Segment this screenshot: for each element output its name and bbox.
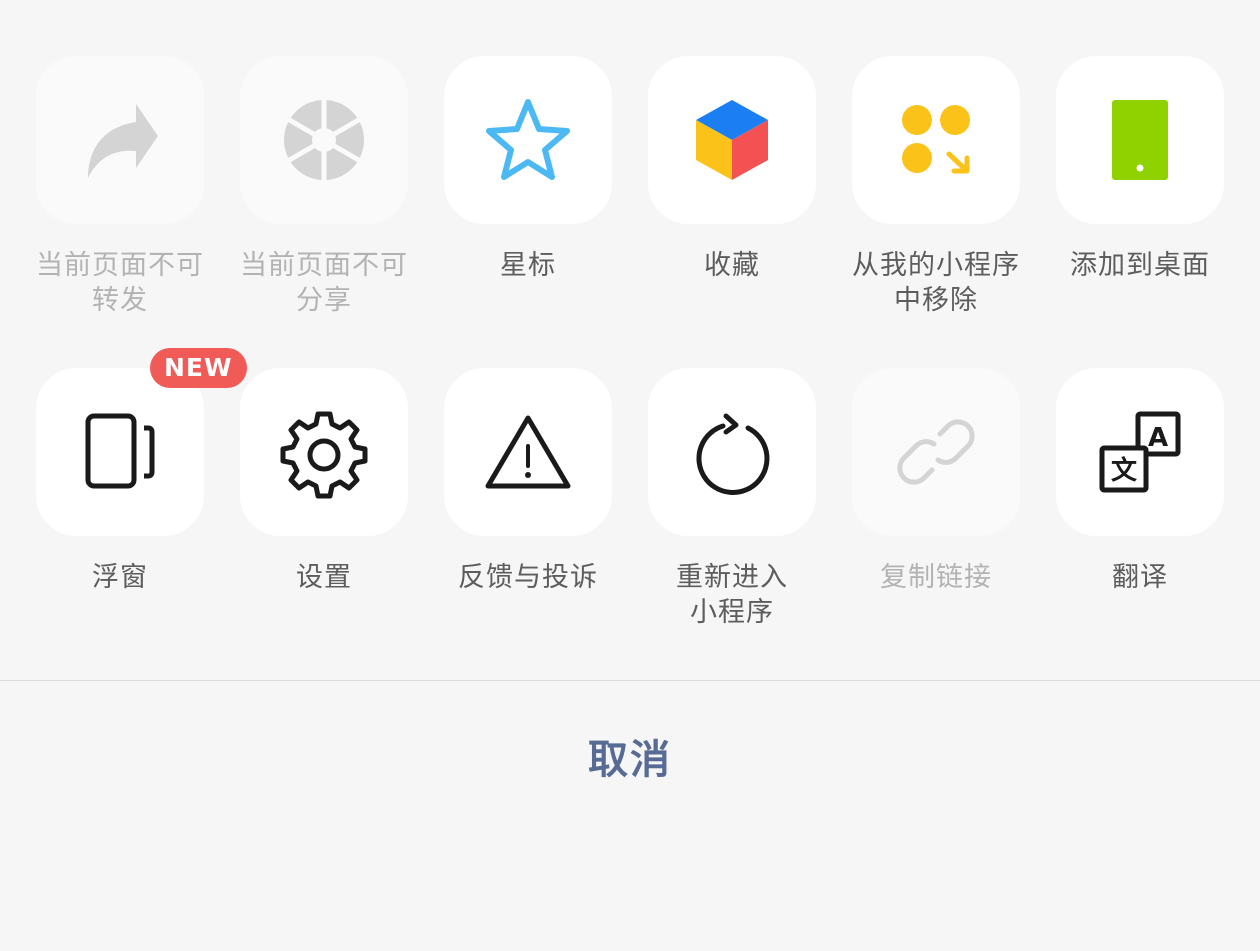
menu-item-star[interactable]: 星标: [426, 56, 630, 283]
menu-item-settings[interactable]: 设置: [222, 368, 426, 595]
favorites-cube-icon: [696, 100, 768, 180]
action-sheet: 当前页面不可 转发 当前页面不可 分享 星标 收藏 从我的小程序 中移除 添加到…: [0, 0, 1260, 951]
menu-item-feedback[interactable]: 反馈与投诉: [426, 368, 630, 595]
reload-icon: [696, 413, 770, 495]
translate-icon: A 文: [1099, 411, 1181, 493]
favorite-tile: [648, 56, 816, 224]
menu-item-reenter[interactable]: 重新进入 小程序: [630, 368, 834, 630]
reenter-tile: [648, 368, 816, 536]
gear-icon: [280, 411, 368, 499]
add-to-desktop-tile: [1056, 56, 1224, 224]
menu-item-copy-link[interactable]: 复制链接: [834, 368, 1038, 595]
settings-tile: [240, 368, 408, 536]
add-to-desktop-icon: [1112, 100, 1168, 180]
feedback-tile: [444, 368, 612, 536]
menu-label-translate: 翻译: [1112, 562, 1168, 593]
remove-miniprogram-icon: [902, 105, 970, 174]
menu-row-2: NEW 浮窗 设置 反馈与投诉 重新进入 小程序 复制链接 A 文 翻译: [0, 348, 1260, 658]
menu-item-add-to-desktop[interactable]: 添加到桌面: [1038, 56, 1242, 283]
link-icon: [897, 419, 975, 485]
menu-label-reenter: 重新进入 小程序: [676, 562, 788, 628]
menu-label-favorite: 收藏: [704, 250, 760, 281]
share-moments-tile: [240, 56, 408, 224]
moments-aperture-icon: [284, 96, 364, 184]
menu-label-share-moments: 当前页面不可 分享: [240, 250, 408, 316]
floating-window-icon: [85, 413, 155, 489]
remove-miniprogram-tile: [852, 56, 1020, 224]
menu-row-1: 当前页面不可 转发 当前页面不可 分享 星标 收藏 从我的小程序 中移除 添加到…: [0, 56, 1260, 346]
svg-text:文: 文: [1111, 455, 1138, 486]
menu-label-add-to-desktop: 添加到桌面: [1070, 250, 1210, 281]
menu-label-star: 星标: [500, 250, 556, 281]
star-icon: [486, 99, 570, 180]
menu-item-floating-window[interactable]: NEW 浮窗: [18, 348, 247, 595]
svg-text:A: A: [1148, 423, 1168, 453]
menu-item-remove-miniprogram[interactable]: 从我的小程序 中移除: [834, 56, 1038, 318]
share-arrow-icon: [88, 104, 158, 178]
menu-label-copy-link: 复制链接: [880, 562, 992, 593]
menu-item-share-moments[interactable]: 当前页面不可 分享: [222, 56, 426, 318]
menu-label-settings: 设置: [296, 562, 352, 593]
menu-item-translate[interactable]: A 文 翻译: [1038, 368, 1242, 595]
menu-label-remove-miniprogram: 从我的小程序 中移除: [852, 250, 1020, 316]
cancel-button[interactable]: 取消: [0, 681, 1260, 831]
star-tile: [444, 56, 612, 224]
menu-item-favorite[interactable]: 收藏: [630, 56, 834, 283]
menu-label-forward: 当前页面不可 转发: [36, 250, 204, 316]
menu-item-forward[interactable]: 当前页面不可 转发: [18, 56, 222, 318]
menu-label-feedback: 反馈与投诉: [458, 562, 598, 593]
warning-icon: [485, 415, 571, 489]
floating-window-tile: [36, 368, 204, 536]
forward-tile: [36, 56, 204, 224]
translate-tile: A 文: [1056, 368, 1224, 536]
copy-link-tile: [852, 368, 1020, 536]
menu-label-floating-window: 浮窗: [92, 562, 148, 593]
